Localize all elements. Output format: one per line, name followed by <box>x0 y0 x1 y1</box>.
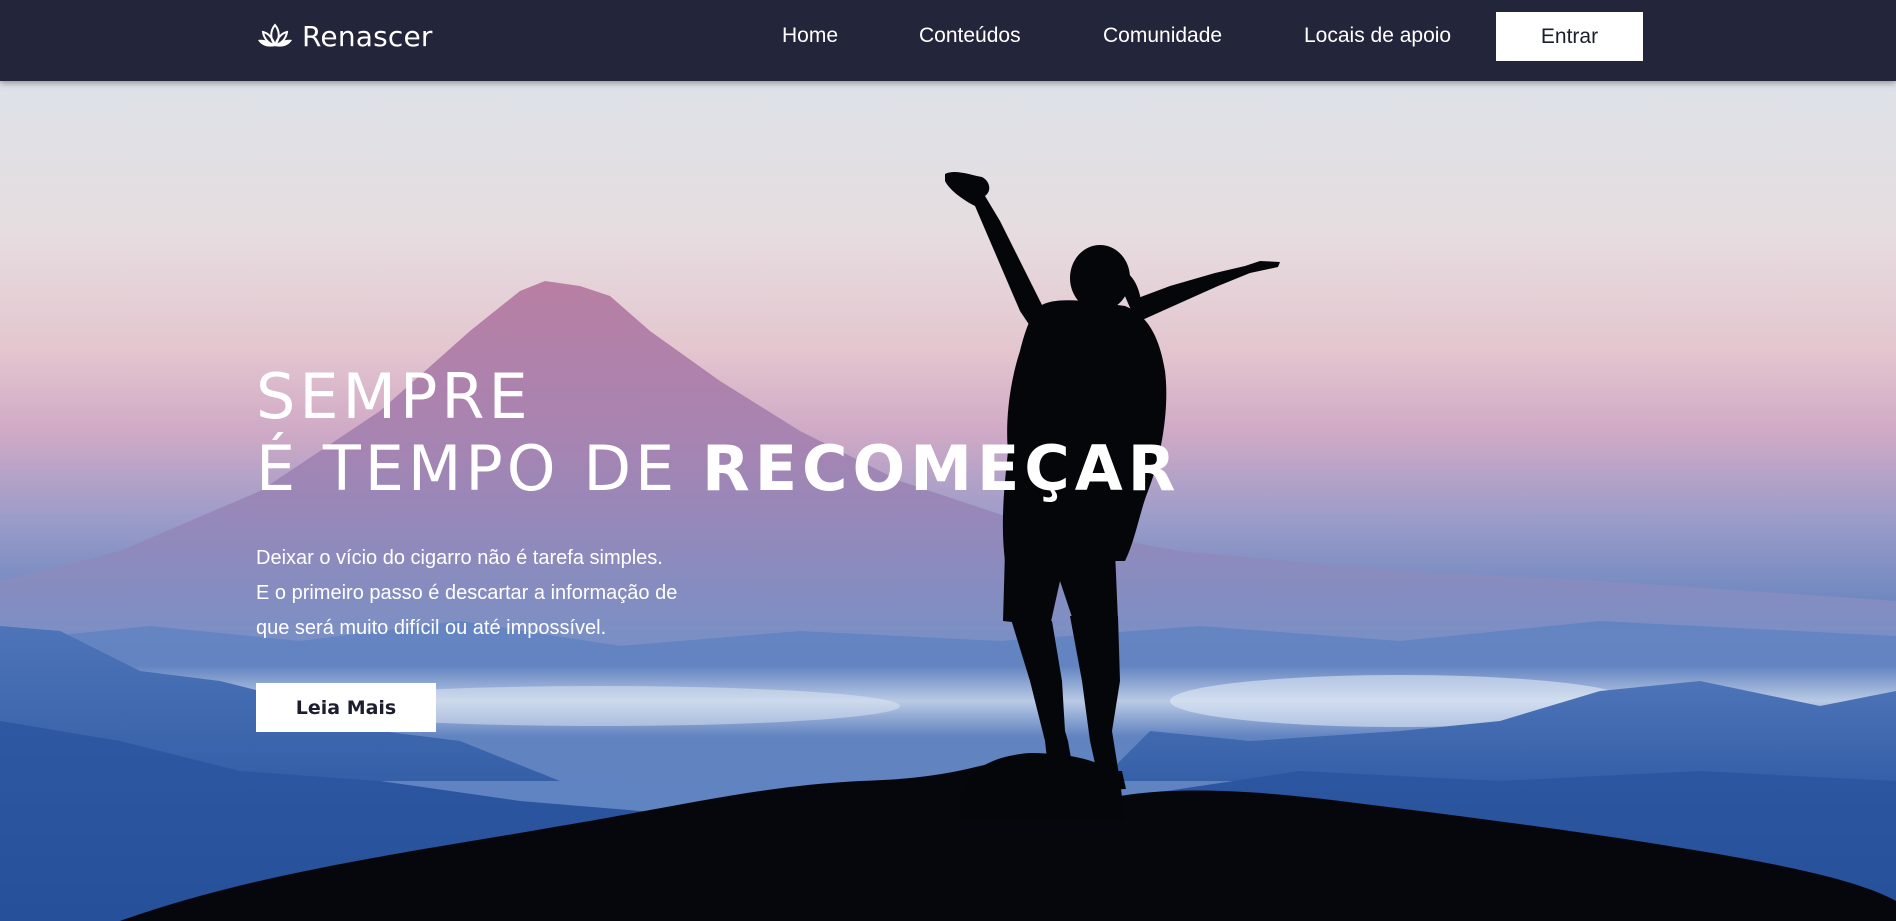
hero-description-line-3: que será muito difícil ou até impossível… <box>256 617 607 639</box>
login-button[interactable]: Entrar <box>1496 12 1643 61</box>
nav-link-locais-de-apoio[interactable]: Locais de apoio <box>1304 24 1451 50</box>
brand-logo-link[interactable]: Renascer <box>256 18 433 54</box>
nav-link-conteudos[interactable]: Conteúdos <box>919 24 1021 50</box>
nav-link-home[interactable]: Home <box>782 24 838 50</box>
hero-section: SEMPRE É TEMPO DE RECOMEÇAR Deixar o víc… <box>0 81 1896 921</box>
hero-title: SEMPRE É TEMPO DE RECOMEÇAR <box>256 361 1181 505</box>
hero-title-highlight: RECOMEÇAR <box>701 432 1181 505</box>
lotus-icon <box>258 23 292 47</box>
hero-title-line-2: É TEMPO DE RECOMEÇAR <box>256 433 1181 505</box>
hero-description: Deixar o vício do cigarro não é tarefa s… <box>256 541 677 646</box>
hero-title-line-1: SEMPRE <box>256 360 532 433</box>
top-navbar: Renascer Home Conteúdos Comunidade Locai… <box>0 0 1896 81</box>
hero-description-line-1: Deixar o vício do cigarro não é tarefa s… <box>256 547 663 569</box>
hero-title-prefix: É TEMPO DE <box>256 432 702 505</box>
nav-link-comunidade[interactable]: Comunidade <box>1103 24 1222 50</box>
brand-name: Renascer <box>302 19 433 53</box>
hero-description-line-2: E o primeiro passo é descartar a informa… <box>256 582 678 604</box>
read-more-button[interactable]: Leia Mais <box>256 683 436 732</box>
